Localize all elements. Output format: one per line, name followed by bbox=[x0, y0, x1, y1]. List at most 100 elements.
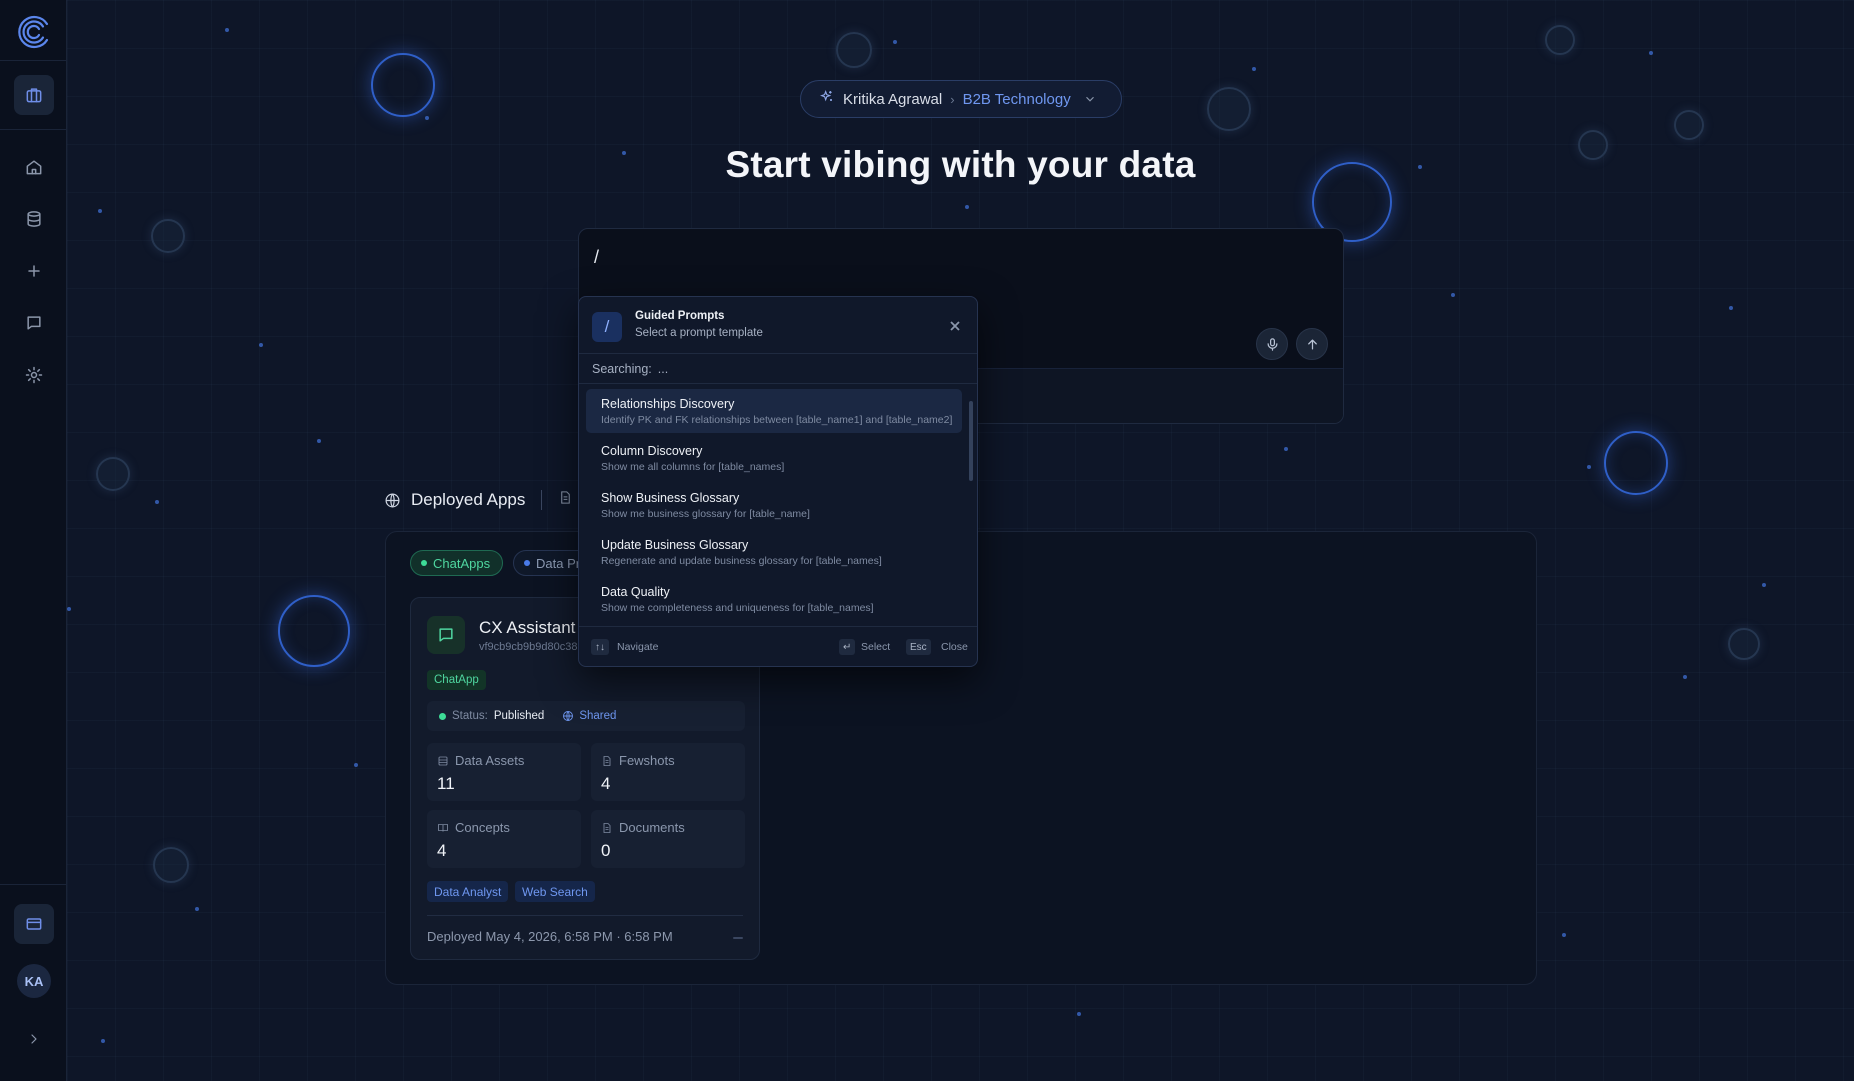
microphone-icon bbox=[1267, 337, 1277, 351]
bg-ring bbox=[151, 219, 185, 253]
sidebar-item-data[interactable] bbox=[14, 199, 54, 239]
globe-icon bbox=[385, 493, 400, 507]
bg-dot bbox=[1284, 447, 1288, 451]
bg-dot bbox=[425, 116, 429, 120]
prompt-item-show-business-glossary[interactable]: Show Business Glossary Show me business … bbox=[586, 483, 962, 527]
gear-icon bbox=[25, 366, 43, 384]
prompt-item-update-business-glossary[interactable]: Update Business Glossary Regenerate and … bbox=[586, 530, 962, 574]
sidebar-item-settings[interactable] bbox=[14, 355, 54, 395]
dropdown-scrollbar[interactable] bbox=[969, 401, 973, 481]
sidebar-divider bbox=[0, 129, 67, 130]
close-label: Close bbox=[941, 641, 968, 653]
close-button[interactable] bbox=[949, 319, 961, 331]
bg-ring bbox=[836, 32, 872, 68]
capability-tag: Data Analyst bbox=[427, 881, 509, 902]
book-icon bbox=[438, 823, 448, 832]
prompt-title: Column Discovery bbox=[601, 444, 703, 458]
stat-label: Data Assets bbox=[455, 753, 525, 768]
dropdown-search[interactable]: Searching: ... bbox=[579, 354, 977, 384]
prompt-desc: Regenerate and update business glossary … bbox=[601, 555, 882, 567]
select-key: ↵ bbox=[839, 639, 856, 655]
bg-ring bbox=[371, 53, 435, 117]
spiral-logo-icon[interactable] bbox=[14, 12, 54, 52]
chat-icon bbox=[427, 616, 465, 654]
document-icon[interactable] bbox=[558, 490, 573, 510]
prompt-desc: Show me all columns for [table_names] bbox=[601, 461, 785, 473]
message-icon bbox=[27, 316, 41, 330]
bg-dot bbox=[67, 607, 71, 611]
chevron-right-icon bbox=[31, 1034, 37, 1044]
deployed-apps-header: Deployed Apps bbox=[384, 490, 573, 510]
app-title: CX Assistant bbox=[479, 618, 576, 637]
plus-icon bbox=[28, 265, 40, 277]
bg-dot bbox=[1451, 293, 1455, 297]
prompt-item-column-discovery[interactable]: Column Discovery Show me all columns for… bbox=[586, 436, 962, 480]
close-icon bbox=[950, 321, 960, 331]
bg-dot bbox=[1587, 465, 1591, 469]
sidebar-item-chat[interactable] bbox=[14, 303, 54, 343]
bg-dot bbox=[98, 209, 102, 213]
bg-dot bbox=[1683, 675, 1687, 679]
document-icon bbox=[603, 755, 611, 766]
stat-label: Concepts bbox=[455, 820, 510, 835]
guided-prompts-dropdown: / Guided Prompts Select a prompt templat… bbox=[578, 296, 978, 667]
prompt-list: Relationships Discovery Identify PK and … bbox=[579, 387, 977, 622]
bg-dot bbox=[317, 439, 321, 443]
card-icon bbox=[26, 918, 42, 930]
status-dot bbox=[439, 712, 446, 720]
workspace-selector[interactable]: Kritika Agrawal › B2B Technology bbox=[800, 80, 1122, 118]
navigate-key: ↑↓ bbox=[591, 639, 609, 655]
bg-ring bbox=[96, 457, 130, 491]
capability-tag: Web Search bbox=[515, 881, 595, 902]
filter-chip-chatapps[interactable]: ChatApps bbox=[410, 550, 504, 576]
status-row: Status: Published Shared bbox=[427, 701, 745, 731]
bg-ring bbox=[1604, 431, 1668, 495]
bg-dot bbox=[259, 343, 263, 347]
send-button[interactable] bbox=[1296, 328, 1328, 360]
bg-dot bbox=[225, 28, 229, 32]
shared-badge: Shared bbox=[562, 710, 616, 722]
sidebar-item-billing[interactable] bbox=[14, 904, 54, 944]
stat-documents: Documents 0 bbox=[591, 810, 745, 868]
chevron-down-icon bbox=[1079, 88, 1097, 110]
database-icon bbox=[27, 211, 41, 227]
avatar[interactable]: KA bbox=[17, 964, 51, 998]
prompt-input[interactable]: / bbox=[594, 247, 599, 268]
dropdown-title: Guided Prompts bbox=[635, 310, 725, 322]
sidebar-item-workspace[interactable] bbox=[14, 75, 54, 115]
prompt-title: Data Quality bbox=[601, 585, 670, 599]
bg-ring bbox=[153, 847, 189, 883]
bg-dot bbox=[195, 907, 199, 911]
page-title: Start vibing with your data bbox=[725, 144, 1196, 185]
card-divider bbox=[427, 915, 743, 916]
search-label: Searching: bbox=[592, 361, 652, 376]
more-icon[interactable] bbox=[733, 937, 743, 939]
bg-ring bbox=[1674, 110, 1704, 140]
divider bbox=[541, 490, 543, 510]
navigate-label: Navigate bbox=[617, 641, 659, 653]
chip-label: ChatApps bbox=[433, 555, 491, 571]
bg-dot bbox=[1729, 306, 1733, 310]
document-icon bbox=[603, 822, 611, 833]
sidebar-item-new[interactable] bbox=[14, 251, 54, 291]
bg-dot bbox=[1077, 1012, 1081, 1016]
bg-dot bbox=[1562, 933, 1566, 937]
bg-ring bbox=[1728, 628, 1760, 660]
bg-dot bbox=[155, 500, 159, 504]
shared-label: Shared bbox=[579, 710, 617, 722]
prompt-title: Show Business Glossary bbox=[601, 491, 740, 505]
prompt-desc: Identify PK and FK relationships between… bbox=[601, 414, 953, 426]
stat-value: 4 bbox=[601, 774, 611, 793]
breadcrumb-separator: › bbox=[950, 91, 955, 107]
bg-dot bbox=[1252, 67, 1256, 71]
stat-label: Fewshots bbox=[619, 753, 675, 768]
prompt-item-data-quality[interactable]: Data Quality Show me completeness and un… bbox=[586, 577, 962, 621]
sidebar-divider bbox=[0, 884, 67, 885]
bg-dot bbox=[101, 1039, 105, 1043]
sidebar-expand-button[interactable] bbox=[14, 1019, 54, 1059]
app-id: vf9cb9cb9b9d80c38 bbox=[479, 641, 578, 653]
dropdown-footer: ↑↓ Navigate ↵ Select Esc Close bbox=[579, 626, 977, 666]
prompt-item-relationships-discovery[interactable]: Relationships Discovery Identify PK and … bbox=[586, 389, 962, 433]
microphone-button[interactable] bbox=[1256, 328, 1288, 360]
arrow-up-icon bbox=[1307, 339, 1317, 349]
